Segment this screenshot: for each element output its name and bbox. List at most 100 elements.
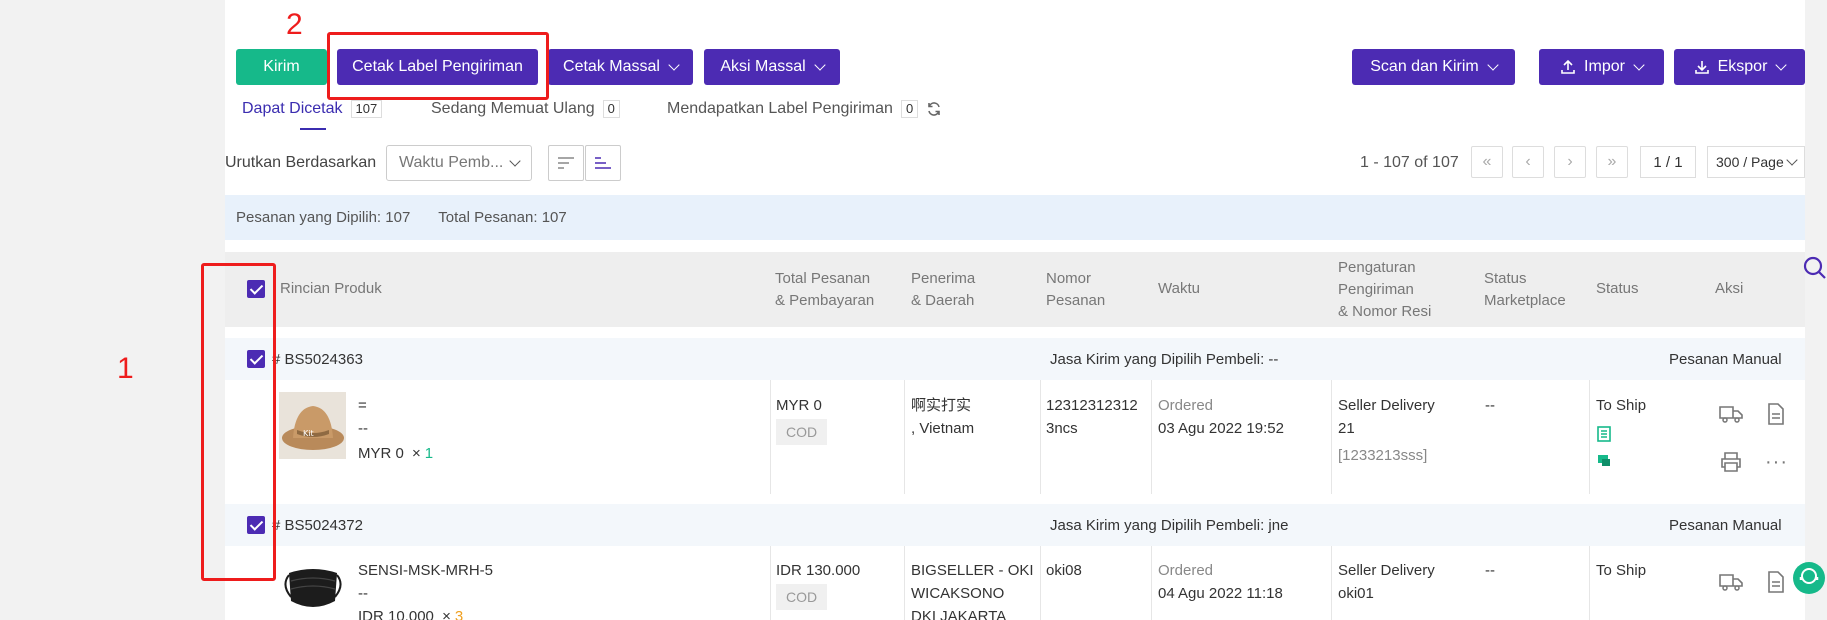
bulk-print-button[interactable]: Cetak Massal <box>548 49 693 85</box>
column-divider <box>904 380 905 494</box>
support-chat-icon[interactable] <box>1791 560 1827 596</box>
col-total-line2: & Pembayaran <box>775 292 875 309</box>
import-label: Impor <box>1584 58 1625 75</box>
product-image-hat: Kit <box>279 392 346 459</box>
tab-reloading[interactable]: Sedang Memuat Ulang 0 <box>431 100 620 118</box>
order-type: Pesanan Manual <box>1669 517 1782 534</box>
col-action: Aksi <box>1715 280 1744 297</box>
order-number-link[interactable]: oki08 <box>1046 559 1082 582</box>
column-divider <box>770 380 771 494</box>
tab-count: 0 <box>602 100 620 118</box>
scan-ship-button[interactable]: Scan dan Kirim <box>1352 49 1515 85</box>
next-page-button[interactable]: › <box>1554 146 1586 178</box>
svg-text:Kit: Kit <box>303 429 314 438</box>
page-size-value: 300 / Page <box>1716 154 1784 170</box>
tab-label: Sedang Memuat Ulang <box>431 100 595 117</box>
document-icon[interactable] <box>1767 403 1785 425</box>
order-time: Ordered 03 Agu 2022 19:52 <box>1158 394 1284 440</box>
order-total: IDR 130.000 COD <box>776 559 860 610</box>
order-time: Ordered 04 Agu 2022 11:18 <box>1158 559 1283 605</box>
shipping-detail: oki01 <box>1338 585 1374 602</box>
col-product: Rincian Produk <box>280 280 382 297</box>
tab-label: Mendapatkan Label Pengiriman <box>667 100 893 117</box>
page-size-select[interactable]: 300 / Page <box>1707 146 1805 178</box>
column-divider <box>904 546 905 620</box>
order-number-line2: 3ncs <box>1046 420 1078 437</box>
col-order-no: Nomor Pesanan <box>1046 268 1105 312</box>
selection-summary: Pesanan yang Dipilih: 107 Total Pesanan:… <box>225 195 1805 240</box>
shipping-method: Seller Delivery <box>1338 562 1435 579</box>
tab-getting-label[interactable]: Mendapatkan Label Pengiriman 0 <box>667 100 942 118</box>
column-divider <box>1331 546 1332 620</box>
top-card <box>225 0 1805 18</box>
page-input[interactable]: 1 / 1 <box>1640 146 1696 178</box>
shipping-info: Seller Delivery oki01 <box>1338 559 1435 605</box>
annotation-number: 1 <box>117 352 134 385</box>
document-green-icon[interactable] <box>1596 426 1612 442</box>
scan-ship-label: Scan dan Kirim <box>1370 58 1479 75</box>
recipient-region: , Vietnam <box>911 420 975 437</box>
pagination-range: 1 - 107 of 107 <box>1360 154 1459 171</box>
sort-select[interactable]: Waktu Pemb... <box>386 145 532 181</box>
selected-count: Pesanan yang Dipilih: 107 <box>236 209 411 226</box>
truck-icon[interactable] <box>1719 572 1743 592</box>
truck-icon[interactable] <box>1719 404 1743 424</box>
annotation-number: 2 <box>286 8 303 41</box>
search-icon[interactable] <box>1800 254 1827 284</box>
annotation-box-checkboxes <box>201 263 276 581</box>
more-icon[interactable]: ··· <box>1765 451 1788 474</box>
import-button[interactable]: Impor <box>1539 49 1664 85</box>
order-group-header <box>225 338 1805 380</box>
recipient-name: BIGSELLER - OKI <box>911 562 1034 579</box>
tab-printable[interactable]: Dapat Dicetak 107 <box>242 100 383 118</box>
column-divider <box>1151 380 1152 494</box>
order-number-line1: 12312312312 <box>1046 397 1138 414</box>
chevron-right-icon: › <box>1567 153 1573 170</box>
time-value: 04 Agu 2022 11:18 <box>1158 585 1283 602</box>
marketplace-status: -- <box>1485 562 1495 579</box>
buyer-courier: Jasa Kirim yang Dipilih Pembeli: -- <box>1050 351 1279 368</box>
column-divider <box>1040 380 1041 494</box>
order-number-link[interactable]: 12312312312 3ncs <box>1046 394 1138 440</box>
kirim-button[interactable]: Kirim <box>236 49 327 85</box>
order-group-header <box>225 504 1805 546</box>
bulk-action-button[interactable]: Aksi Massal <box>704 49 840 85</box>
first-page-button[interactable]: « <box>1471 146 1503 178</box>
double-chevron-right-icon: » <box>1607 153 1617 170</box>
sort-desc-button[interactable] <box>548 145 584 181</box>
times-icon: × <box>442 608 451 620</box>
column-divider <box>1151 546 1152 620</box>
recipient: BIGSELLER - OKI WICAKSONO DKI JAKARTA <box>911 559 1034 620</box>
export-label: Ekspor <box>1717 58 1768 75</box>
printer-icon[interactable] <box>1720 451 1742 473</box>
column-divider <box>1040 546 1041 620</box>
time-label: Ordered <box>1158 397 1214 414</box>
chat-green-icon[interactable] <box>1596 452 1612 468</box>
export-button[interactable]: Ekspor <box>1674 49 1805 85</box>
column-divider <box>1589 380 1590 494</box>
payment-badge: COD <box>776 419 828 445</box>
bulk-print-label: Cetak Massal <box>563 58 660 75</box>
shipping-method: Seller Delivery <box>1338 397 1435 414</box>
prev-page-button[interactable]: ‹ <box>1512 146 1544 178</box>
table-header <box>225 252 1805 327</box>
chevron-down-icon <box>814 58 826 71</box>
tab-count: 0 <box>900 100 919 118</box>
download-icon <box>1694 61 1709 74</box>
col-shipping: Pengaturan Pengiriman & Nomor Resi <box>1338 257 1431 323</box>
bulk-action-label: Aksi Massal <box>720 58 806 75</box>
document-icon[interactable] <box>1767 571 1785 593</box>
column-divider <box>1331 380 1332 494</box>
refresh-icon[interactable] <box>926 101 942 117</box>
last-page-button[interactable]: » <box>1596 146 1628 178</box>
order-total: MYR 0 COD <box>776 394 828 445</box>
product-qty: 1 <box>424 445 434 462</box>
sort-asc-button[interactable] <box>585 145 621 181</box>
col-marketplace: Status Marketplace <box>1484 268 1566 312</box>
recipient-name: 啊实打实 <box>911 397 972 414</box>
annotation-box-print-button <box>327 32 549 100</box>
time-label: Ordered <box>1158 562 1214 579</box>
column-divider <box>770 546 771 620</box>
tab-count: 107 <box>350 100 383 118</box>
order-id: # BS5024363 <box>272 351 363 368</box>
